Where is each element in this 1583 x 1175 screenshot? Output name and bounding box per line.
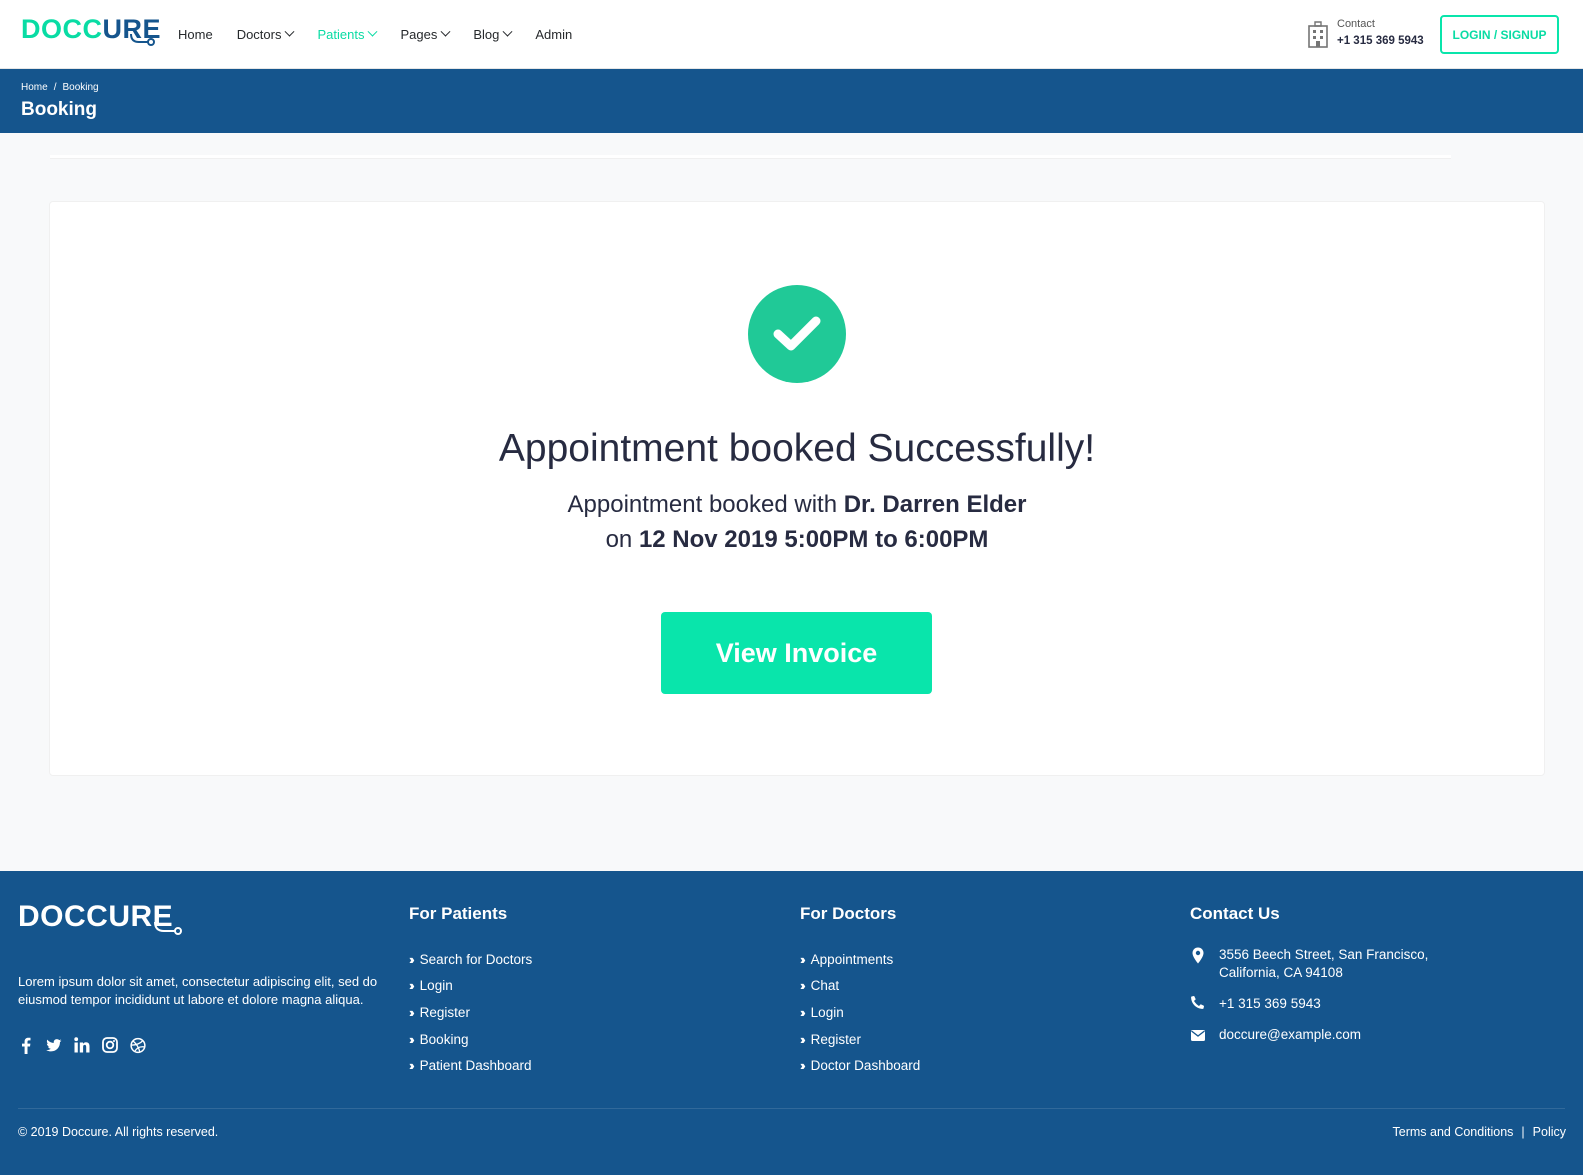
double-chevron-right-icon: ›› (800, 1004, 805, 1020)
nav-home[interactable]: Home (178, 27, 213, 42)
checkmark-icon (773, 316, 821, 351)
success-datetime-line: on 12 Nov 2019 5:00PM to 6:00PM (605, 526, 989, 553)
chevron-down-icon (285, 26, 295, 37)
double-chevron-right-icon: ›› (800, 1031, 805, 1047)
chevron-down-icon (368, 26, 378, 37)
footer-link-doctor-dashboard[interactable]: ›› Doctor Dashboard (800, 1052, 920, 1079)
footer-patients-title: For Patients (409, 904, 508, 923)
stethoscope-icon (154, 922, 182, 935)
success-title: Appointment booked Successfully! (498, 427, 1096, 470)
footer-doctors-title: For Doctors (800, 904, 897, 923)
double-chevron-right-icon: ›› (409, 1031, 414, 1047)
nav-doctors[interactable]: Doctors (237, 26, 295, 42)
page-title: Booking (21, 99, 97, 120)
breadcrumb: Home / Booking (21, 82, 99, 93)
chevron-down-icon (502, 26, 513, 37)
double-chevron-right-icon: ›› (800, 978, 805, 994)
double-chevron-right-icon: ›› (800, 1058, 805, 1074)
footer-link-patient-dashboard[interactable]: ›› Patient Dashboard (409, 1052, 532, 1079)
site-logo[interactable]: DOCCURE (21, 14, 161, 54)
footer-link-doctor-login[interactable]: ›› Login (800, 999, 920, 1026)
terms-link[interactable]: Terms and Conditions (1393, 1125, 1514, 1139)
breadcrumb-home[interactable]: Home (21, 82, 48, 93)
policy-separator: | (1521, 1125, 1525, 1139)
footer-link-booking[interactable]: ›› Booking (409, 1026, 532, 1053)
stethoscope-icon (130, 34, 155, 46)
login-signup-button[interactable]: LOGIN / SIGNUP (1440, 15, 1559, 54)
double-chevron-right-icon: ›› (409, 978, 414, 994)
footer-email[interactable]: doccure@example.com (1190, 1026, 1428, 1044)
policy-link[interactable]: Policy (1533, 1125, 1566, 1139)
nav-admin[interactable]: Admin (535, 27, 572, 42)
chevron-down-icon (440, 26, 451, 37)
top-card-edge (50, 155, 1451, 159)
main-nav: Home Doctors Patients Pages Blog Admin (178, 0, 596, 68)
hospital-building-icon (1308, 21, 1328, 48)
breadcrumb-bar: Home / Booking Booking (0, 69, 1583, 133)
social-links (18, 1037, 146, 1054)
double-chevron-right-icon: ›› (409, 951, 414, 967)
view-invoice-button[interactable]: View Invoice (661, 612, 932, 694)
footer-link-chat[interactable]: ›› Chat (800, 973, 920, 1000)
footer-divider (18, 1108, 1565, 1109)
footer-patients-column: For Patients ›› Search for Doctors ›› Logi… (409, 904, 532, 1079)
phone-icon (1190, 995, 1205, 1009)
header-contact: Contact +1 315 369 5943 (1307, 16, 1424, 50)
footer-phone[interactable]: +1 315 369 5943 (1190, 995, 1428, 1013)
footer-link-patient-login[interactable]: ›› Login (409, 973, 532, 1000)
nav-pages[interactable]: Pages (400, 26, 451, 42)
footer-link-doctor-register[interactable]: ›› Register (800, 1026, 920, 1053)
logo-text-part1: DOCC (21, 14, 103, 44)
instagram-icon[interactable] (102, 1037, 118, 1053)
double-chevron-right-icon: ›› (409, 1058, 414, 1074)
facebook-icon[interactable] (18, 1037, 34, 1054)
nav-patients[interactable]: Patients (317, 26, 378, 42)
nav-blog[interactable]: Blog (473, 26, 513, 42)
twitter-icon[interactable] (46, 1037, 62, 1053)
envelope-icon (1190, 1026, 1205, 1041)
success-card: Appointment booked Successfully! Appoint… (49, 201, 1545, 776)
footer-about-text: Lorem ipsum dolor sit amet, consectetur … (18, 974, 378, 1007)
double-chevron-right-icon: ›› (409, 1004, 414, 1020)
dribbble-icon[interactable] (130, 1037, 146, 1053)
footer-contact-column: Contact Us 3556 Beech Street, San Franci… (1190, 904, 1428, 1057)
footer-address: 3556 Beech Street, San Francisco, Califor… (1190, 946, 1428, 982)
contact-label: Contact (1337, 18, 1375, 30)
breadcrumb-current: Booking (62, 82, 99, 93)
double-chevron-right-icon: ›› (800, 951, 805, 967)
check-circle-icon (748, 285, 846, 383)
copyright-text: © 2019 Doccure. All rights reserved. (18, 1125, 219, 1139)
map-marker-icon (1190, 946, 1205, 964)
breadcrumb-separator: / (53, 82, 57, 93)
doctor-name: Dr. Darren Elder (843, 491, 1027, 518)
footer-contact-title: Contact Us (1190, 904, 1280, 923)
appointment-datetime: 12 Nov 2019 5:00PM to 6:00PM (638, 526, 989, 553)
footer-logo[interactable]: DOCCURE (18, 902, 182, 935)
success-doctor-line: Appointment booked with Dr. Darren Elder (567, 491, 1027, 518)
policy-links: Terms and Conditions | Policy (1393, 1125, 1567, 1139)
footer-doctors-column: For Doctors ›› Appointments ›› Chat ›› Logi… (800, 904, 920, 1079)
footer-link-search-doctors[interactable]: ›› Search for Doctors (409, 946, 532, 973)
footer-link-appointments[interactable]: ›› Appointments (800, 946, 920, 973)
site-header: DOCCURE Home Doctors Patients Pages Blog… (0, 0, 1583, 69)
site-footer: DOCCURE Lorem ipsum dolor sit amet, cons… (0, 871, 1583, 1175)
footer-link-patient-register[interactable]: ›› Register (409, 999, 532, 1026)
linkedin-icon[interactable] (74, 1037, 90, 1053)
contact-phone[interactable]: +1 315 369 5943 (1337, 32, 1424, 50)
